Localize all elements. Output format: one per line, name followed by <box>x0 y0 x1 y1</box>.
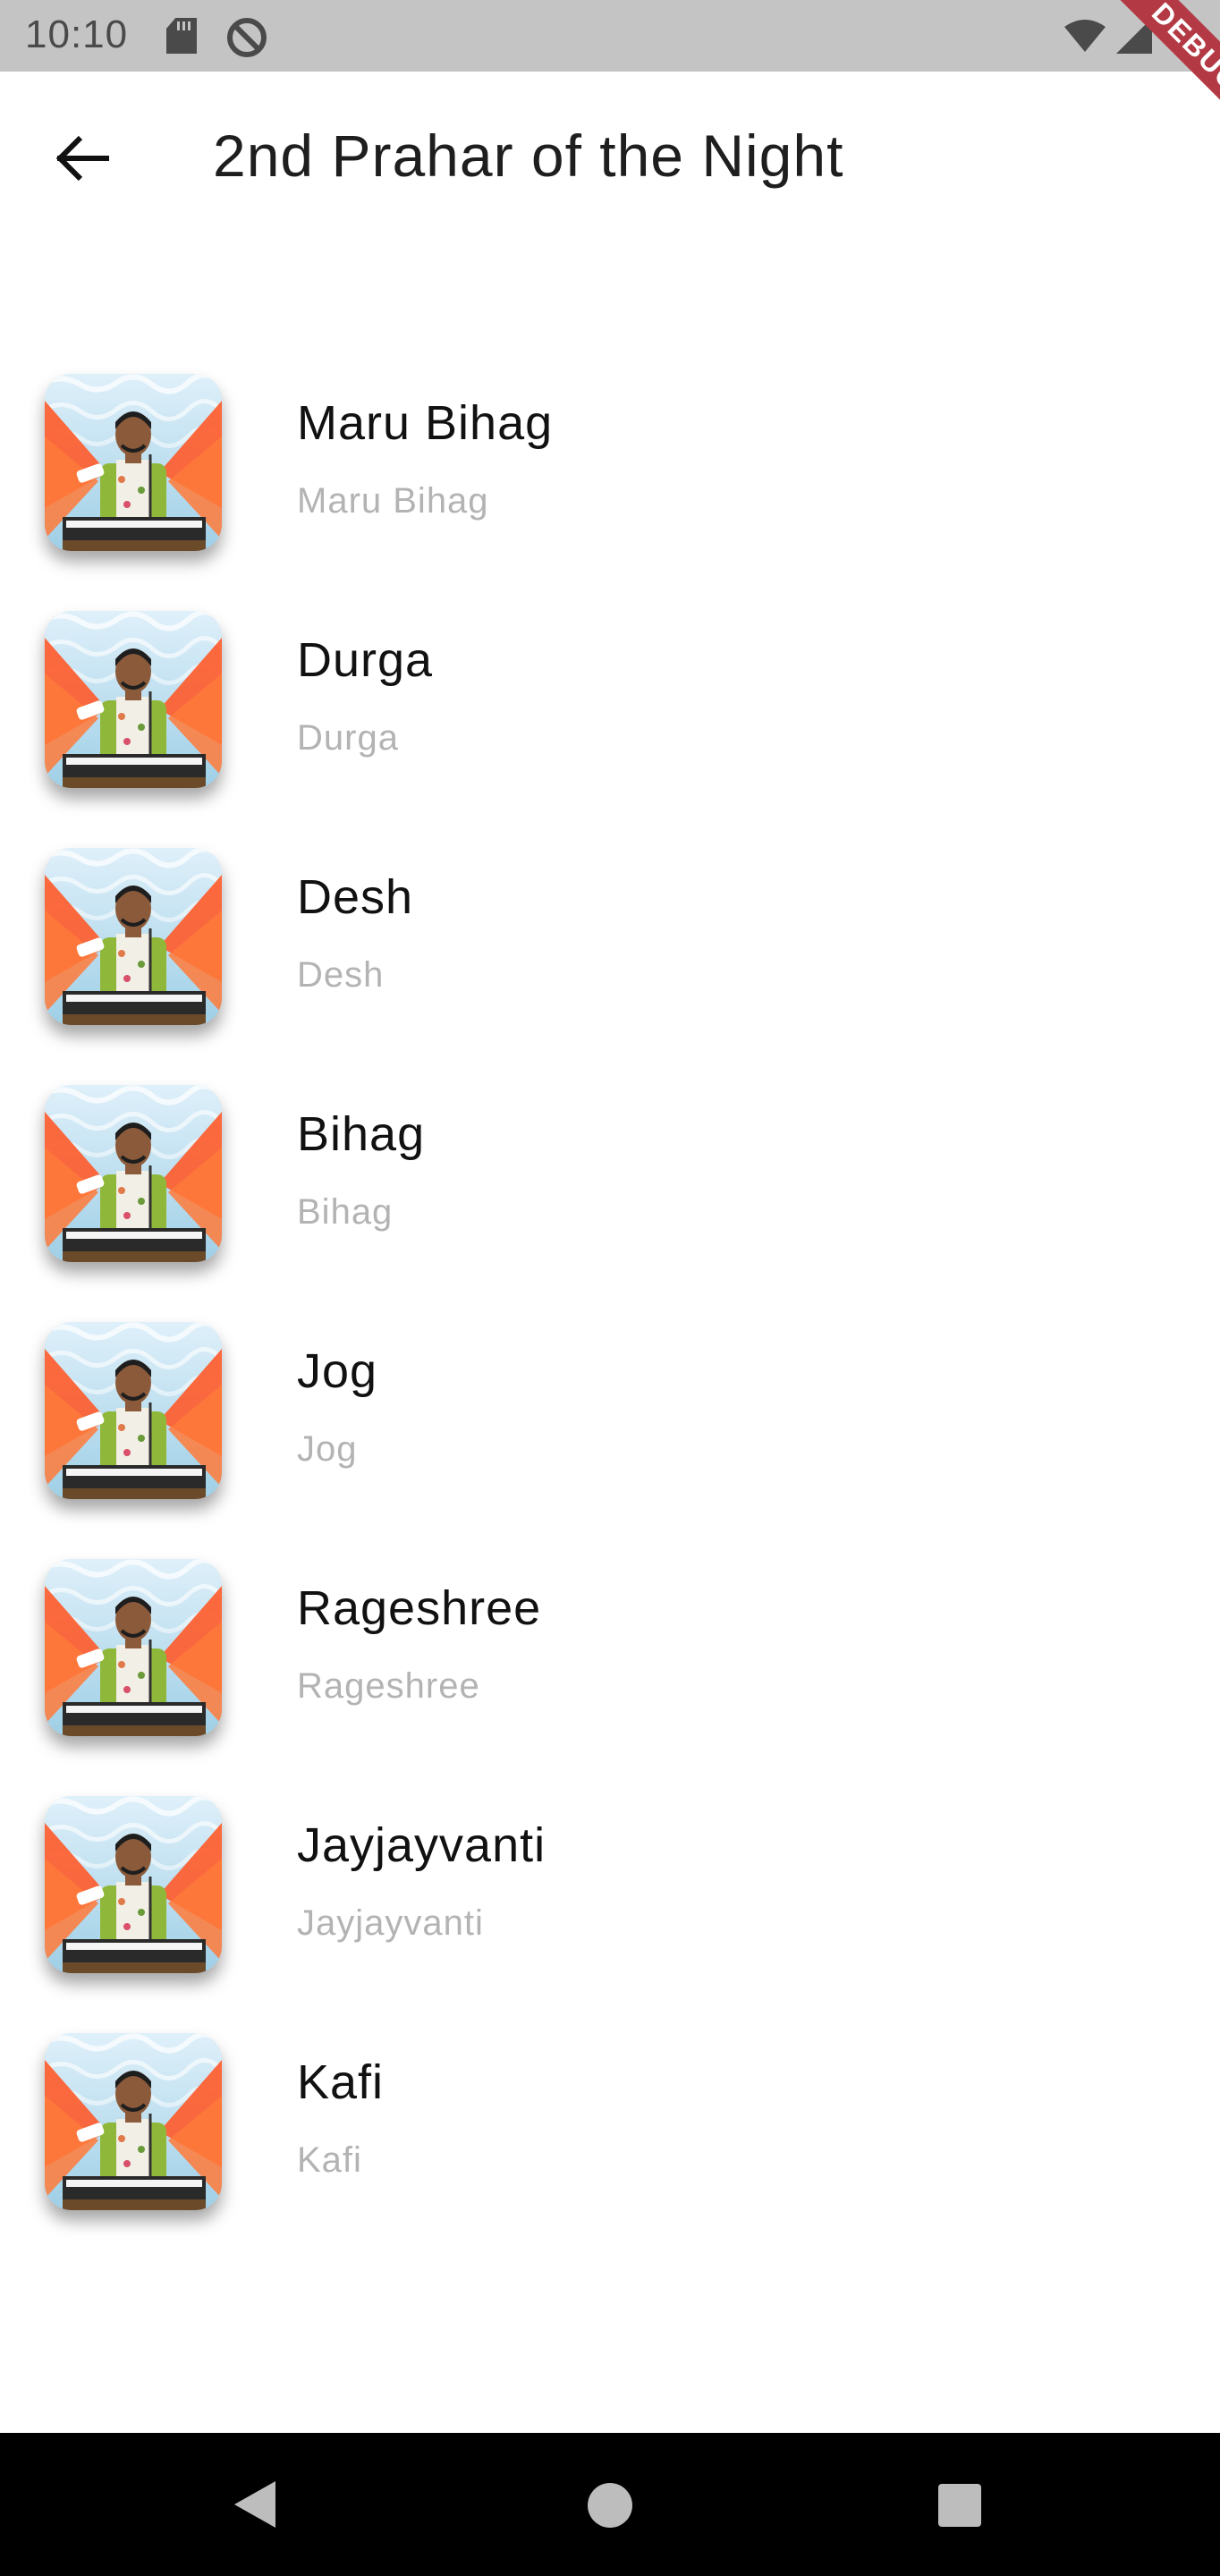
raga-subtitle: Kafi <box>297 2140 362 2180</box>
raga-subtitle: Maru Bihag <box>297 481 489 521</box>
nav-back-icon[interactable] <box>229 2478 283 2531</box>
list-item-raga[interactable]: Kafi Kafi <box>0 2017 1220 2254</box>
raga-title: Maru Bihag <box>297 396 554 450</box>
raga-thumbnail <box>45 1322 222 1499</box>
raga-thumbnail <box>45 1796 222 1973</box>
status-bar: 10:10 <box>0 0 1220 72</box>
raga-title: Jayjayvanti <box>297 1818 546 1872</box>
raga-subtitle: Desh <box>297 955 385 995</box>
raga-subtitle: Durga <box>297 718 399 758</box>
raga-thumbnail <box>45 1085 222 1262</box>
raga-title: Jog <box>297 1344 378 1398</box>
raga-thumbnail <box>45 848 222 1025</box>
system-nav-bar <box>0 2433 1220 2576</box>
sd-card-icon <box>166 18 197 54</box>
app-bar: 2nd Prahar of the Night <box>0 72 1220 240</box>
raga-title: Bihag <box>297 1107 426 1161</box>
list-item-raga[interactable]: Jayjayvanti Jayjayvanti <box>0 1780 1220 2017</box>
arrow-back-icon <box>56 135 109 182</box>
list-item-raga[interactable]: Rageshree Rageshree <box>0 1543 1220 1780</box>
list-item-raga[interactable]: Durga Durga <box>0 595 1220 832</box>
raga-subtitle: Jog <box>297 1429 358 1469</box>
raga-subtitle: Jayjayvanti <box>297 1903 484 1943</box>
raga-title: Rageshree <box>297 1581 542 1635</box>
list-item-raga[interactable]: Jog Jog <box>0 1306 1220 1543</box>
raga-subtitle: Rageshree <box>297 1666 480 1706</box>
page-title: 2nd Prahar of the Night <box>213 123 844 189</box>
raga-title: Durga <box>297 633 434 687</box>
list-item-raga[interactable]: Maru Bihag Maru Bihag <box>0 358 1220 595</box>
list-item-raga[interactable]: Desh Desh <box>0 832 1220 1069</box>
raga-thumbnail <box>45 374 222 551</box>
raga-title: Desh <box>297 870 414 924</box>
back-button[interactable] <box>41 116 125 200</box>
status-time: 10:10 <box>25 13 129 56</box>
do-not-disturb-icon <box>227 18 267 57</box>
raga-thumbnail <box>45 2033 222 2210</box>
nav-recents-icon[interactable] <box>938 2484 981 2527</box>
list-item-raga[interactable]: Bihag Bihag <box>0 1069 1220 1306</box>
wifi-icon <box>1064 20 1106 52</box>
raga-subtitle: Bihag <box>297 1192 394 1232</box>
raga-thumbnail <box>45 1559 222 1736</box>
raga-thumbnail <box>45 611 222 788</box>
raga-title: Kafi <box>297 2055 385 2109</box>
nav-home-icon[interactable] <box>588 2483 632 2528</box>
